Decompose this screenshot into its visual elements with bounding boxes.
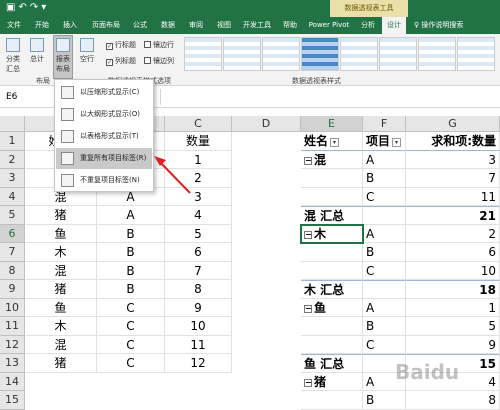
annotation-arrow <box>154 156 191 194</box>
watermark-logo: Baidu <box>395 360 460 384</box>
